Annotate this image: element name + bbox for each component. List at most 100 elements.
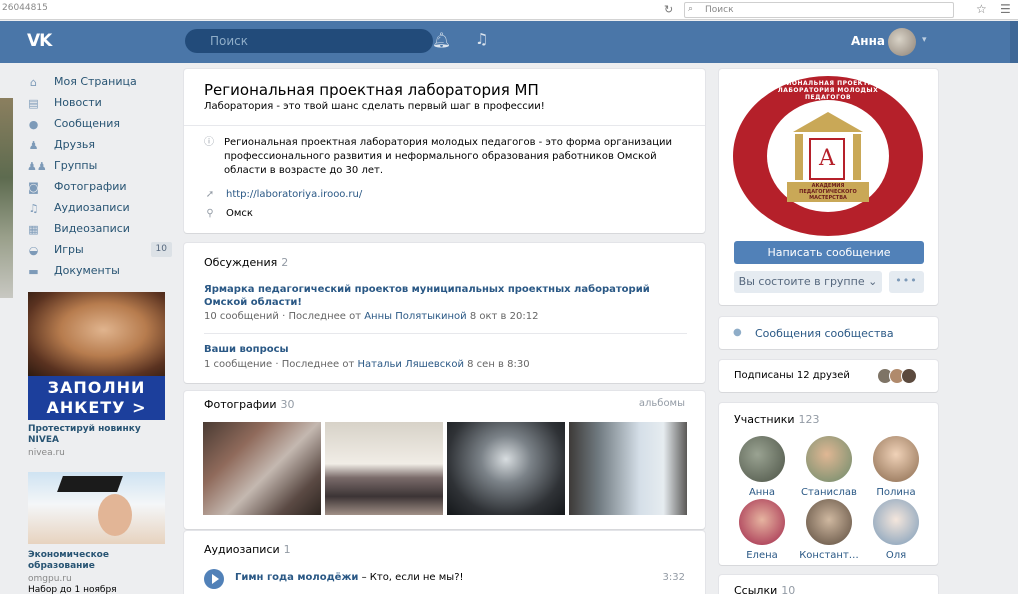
sidebar-item-documents[interactable]: ▬ Документы [27,260,172,281]
photo-thumbnail[interactable] [569,422,687,515]
discussion-topic-link[interactable]: Ваши вопросы [204,344,289,355]
reload-icon[interactable]: ↻ [664,3,673,16]
photos-count: 30 [280,398,295,411]
friend-avatar[interactable] [901,368,917,384]
avatar[interactable] [806,436,852,482]
meta-prefix: Последнее от [281,359,358,370]
play-icon[interactable] [204,569,224,589]
sidebar-item-label: Моя Страница [54,75,137,88]
group-emblem-logo[interactable]: РЕГИОНАЛЬНАЯ ПРОЕКТНАЯ ЛАБОРАТОРИЯ МОЛОД… [733,76,923,236]
photos-header[interactable]: Фотографии 30 [204,398,295,411]
photo-thumbnail[interactable] [203,422,321,515]
member-name[interactable]: Оля [861,550,931,561]
avatar[interactable] [739,499,785,545]
ad-nivea-banner[interactable]: ЗАПОЛНИ АНКЕТУ > [28,376,165,420]
sidebar-item-photos[interactable]: ◙ Фотографии [27,176,172,197]
avatar[interactable] [873,436,919,482]
discussion-last-author[interactable]: Натальи Ляшевской [358,359,464,370]
ad-nivea-image[interactable] [28,292,165,376]
avatar[interactable] [873,499,919,545]
browser-menu-icon[interactable]: ☰ [1000,2,1011,16]
members-header[interactable]: Участники 123 [734,413,820,426]
chevron-down-icon[interactable]: ▾ [922,35,927,45]
chat-bubble-icon: ● [733,327,742,338]
group-info-card: Региональная проектная лаборатория МП Ла… [184,69,705,233]
more-actions-button[interactable]: ••• [889,271,924,293]
emblem-column [853,134,861,180]
vk-logo[interactable]: VK [27,31,52,51]
search-input[interactable]: Поиск [185,29,433,53]
group-city: Омск [226,208,253,219]
member-item[interactable]: Анна [727,436,797,498]
user-name[interactable]: Анна [851,34,885,48]
sidebar-item-messages[interactable]: ● Сообщения [27,113,172,134]
member-item[interactable]: Констант… [794,499,864,561]
address-bar-text[interactable]: 26044815 [2,3,48,13]
sidebar-item-friends[interactable]: ♟ Друзья [27,134,172,155]
member-name[interactable]: Анна [727,487,797,498]
sidebar-item-news[interactable]: ▤ Новости [27,92,172,113]
bookmark-star-icon[interactable]: ☆ [976,2,987,16]
notifications-bell-icon[interactable]: 🔔︎ [432,31,451,49]
group-description-row: ⓘ Региональная проектная лаборатория моло… [204,136,684,178]
discussions-header[interactable]: Обсуждения 2 [204,256,288,269]
photo-thumbnail[interactable] [447,422,565,515]
photos-title: Фотографии [204,398,277,411]
sidebar-item-groups[interactable]: ♟♟ Группы [27,155,172,176]
emblem-ring-text: РЕГИОНАЛЬНАЯ ПРОЕКТНАЯ ЛАБОРАТОРИЯ МОЛОД… [772,80,884,101]
gamepad-icon: ◒ [28,243,39,257]
ad-nivea-title[interactable]: Протестируй новинку NIVEA [28,424,165,446]
group-website-row[interactable]: ➚ http://laboratoriya.irooo.ru/ [204,188,362,202]
links-card: Ссылки 10 [719,575,938,594]
emblem-letter: А [809,138,845,180]
avatar[interactable] [739,436,785,482]
member-item[interactable]: Оля [861,499,931,561]
member-item[interactable]: Елена [727,499,797,561]
member-name[interactable]: Полина [861,487,931,498]
user-avatar[interactable] [888,28,916,56]
graduation-cap-icon [57,476,123,492]
games-count-badge: 10 [150,242,172,257]
page-title: Региональная проектная лаборатория МП [204,81,539,99]
albums-link[interactable]: альбомы [639,398,685,409]
browser-search-input[interactable]: Поиск [684,2,954,18]
group-avatar-card: РЕГИОНАЛЬНАЯ ПРОЕКТНАЯ ЛАБОРАТОРИЯ МОЛОД… [719,69,938,305]
discussions-title: Обсуждения [204,256,278,269]
group-website-link[interactable]: http://laboratoriya.irooo.ru/ [226,188,362,202]
community-messages-link[interactable]: Сообщения сообщества [755,327,894,340]
links-header[interactable]: Ссылки 10 [734,584,795,594]
membership-status-button[interactable]: Вы состоите в группе ⌄ [734,271,882,293]
music-icon: ♫ [28,201,39,215]
photo-thumbnail[interactable] [325,422,443,515]
discussion-message-count: 1 сообщение [204,359,273,370]
write-message-button[interactable]: Написать сообщение [734,241,924,264]
avatar[interactable] [806,499,852,545]
sidebar-item-video[interactable]: ▦ Видеозаписи [27,218,172,239]
sidebar-item-my-page[interactable]: ⌂ Моя Страница [27,71,172,92]
header-edge [1010,21,1018,63]
ad-omgpu-extra: Набор до 1 ноября [28,585,117,594]
friends-subscribed-card[interactable]: Подписаны 12 друзей [719,360,938,392]
discussion-topic-link[interactable]: Ярмарка педагогический проектов муниципа… [204,283,674,309]
discussion-last-date: 8 сен в 8:30 [463,359,530,370]
home-icon: ⌂ [30,75,37,89]
audio-header[interactable]: Аудиозаписи 1 [204,543,291,556]
sidebar-item-games[interactable]: ◒ Игры 10 [27,239,172,260]
member-name[interactable]: Станислав [794,487,864,498]
divider [204,333,687,334]
photos-card: Фотографии 30 альбомы [184,391,705,529]
left-sidebar: ⌂ Моя Страница ▤ Новости ● Сообщения ♟ Друзь… [27,71,172,281]
member-item[interactable]: Полина [861,436,931,498]
ad-omgpu-title[interactable]: Экономическое образование [28,550,165,572]
music-player-icon[interactable]: ♫ [475,30,488,48]
discussion-message-count: 10 сообщений [204,311,279,322]
member-name[interactable]: Елена [727,550,797,561]
discussion-last-author[interactable]: Анны Полятыкиной [364,311,466,322]
track-artist[interactable]: Гимн года молодёжи [235,572,358,583]
member-name[interactable]: Констант… [794,550,864,561]
audio-track[interactable]: Гимн года молодёжи – Кто, если не мы?! [235,572,464,583]
sidebar-item-audio[interactable]: ♫ Аудиозаписи [27,197,172,218]
member-item[interactable]: Станислав [794,436,864,498]
background-image-strip [0,98,13,298]
community-messages-card[interactable]: ● Сообщения сообщества [719,317,938,349]
